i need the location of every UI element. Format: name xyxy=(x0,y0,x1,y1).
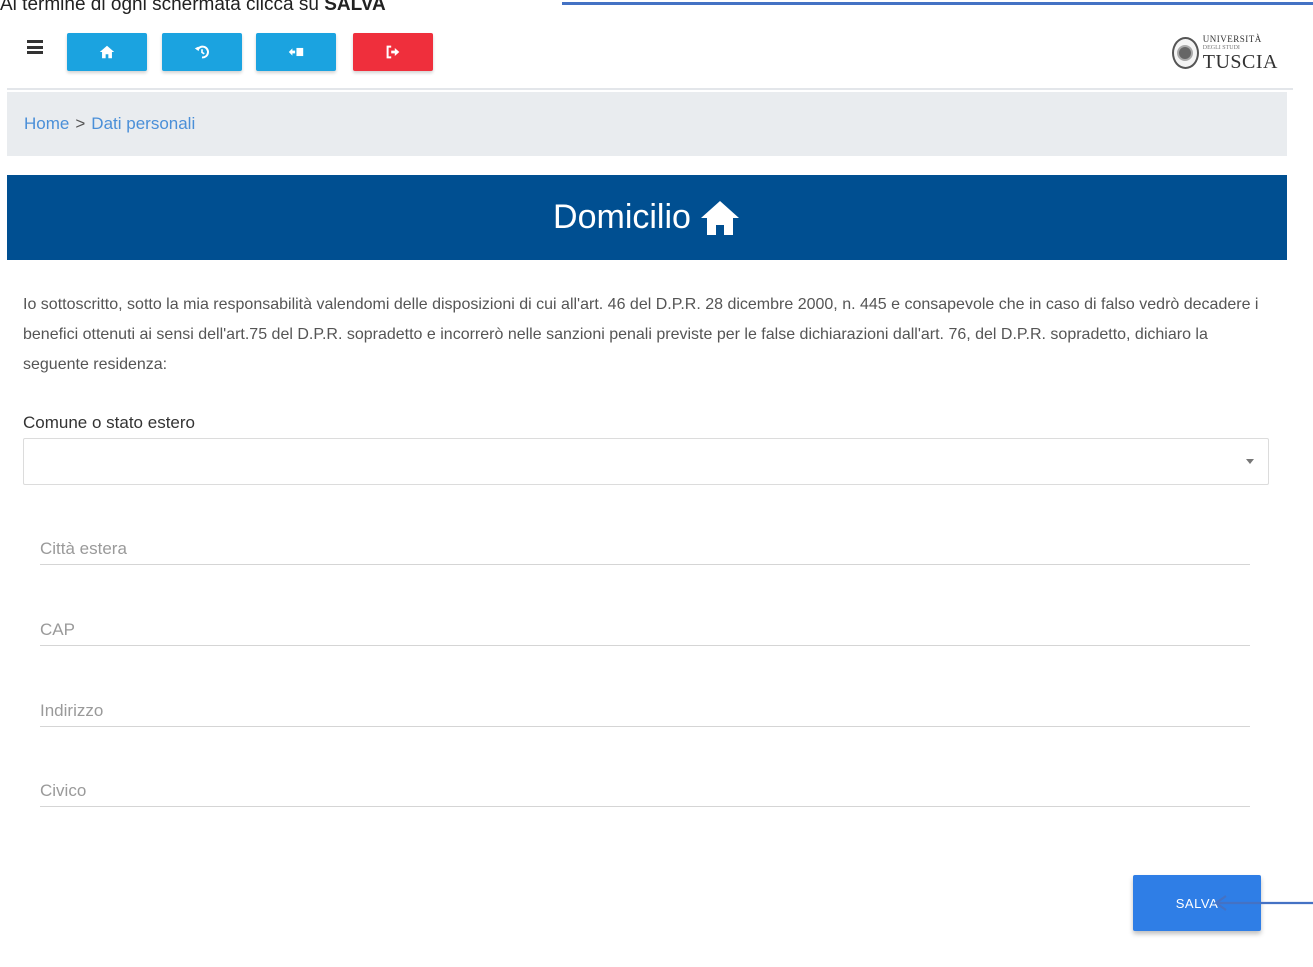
home-icon xyxy=(700,200,739,235)
switch-icon xyxy=(288,47,304,57)
indirizzo-input[interactable] xyxy=(40,691,1250,726)
top-toolbar: UNIVERSITÀ DEGLI STUDI TUSCIA xyxy=(7,18,1293,90)
home-icon xyxy=(99,45,115,59)
seal-icon xyxy=(1172,37,1199,69)
annotation-arrow-icon xyxy=(1214,895,1313,911)
cap-field xyxy=(40,610,1250,646)
caret-down-icon xyxy=(1246,459,1254,464)
logo-line-1: UNIVERSITÀ xyxy=(1202,33,1262,44)
indirizzo-field xyxy=(40,691,1250,727)
logout-button[interactable] xyxy=(353,33,433,71)
logo-line-3: TUSCIA xyxy=(1202,50,1278,73)
page-title: Domicilio xyxy=(553,198,691,236)
instruction-caption: Al termine di ogni schermata clicca su S… xyxy=(0,0,386,15)
undo-button[interactable] xyxy=(162,33,242,71)
home-button[interactable] xyxy=(67,33,147,71)
cap-input[interactable] xyxy=(40,610,1250,645)
comune-label: Comune o stato estero xyxy=(23,413,195,432)
logo-line-2: DEGLI STUDI xyxy=(1202,44,1240,51)
declaration-text: Io sottoscritto, sotto la mia responsabi… xyxy=(23,296,1259,373)
comune-select[interactable] xyxy=(23,438,1269,485)
breadcrumb: Home > Dati personali xyxy=(7,92,1287,156)
citta-estera-field xyxy=(40,529,1250,565)
app-window: UNIVERSITÀ DEGLI STUDI TUSCIA Home > Dat… xyxy=(7,18,1293,967)
page-header: Domicilio xyxy=(7,175,1287,260)
breadcrumb-current-link[interactable]: Dati personali xyxy=(91,114,195,134)
switch-career-button[interactable] xyxy=(256,33,336,71)
citta-estera-input[interactable] xyxy=(40,529,1250,564)
university-logo: UNIVERSITÀ DEGLI STUDI TUSCIA xyxy=(1172,33,1278,73)
logout-icon xyxy=(386,45,400,59)
breadcrumb-home-link[interactable]: Home xyxy=(24,114,69,134)
undo-icon xyxy=(194,45,209,59)
civico-input[interactable] xyxy=(40,771,1250,806)
breadcrumb-separator: > xyxy=(75,114,86,133)
annotation-line xyxy=(562,2,1313,5)
civico-field xyxy=(40,771,1250,807)
hamburger-menu-icon[interactable] xyxy=(27,40,43,54)
